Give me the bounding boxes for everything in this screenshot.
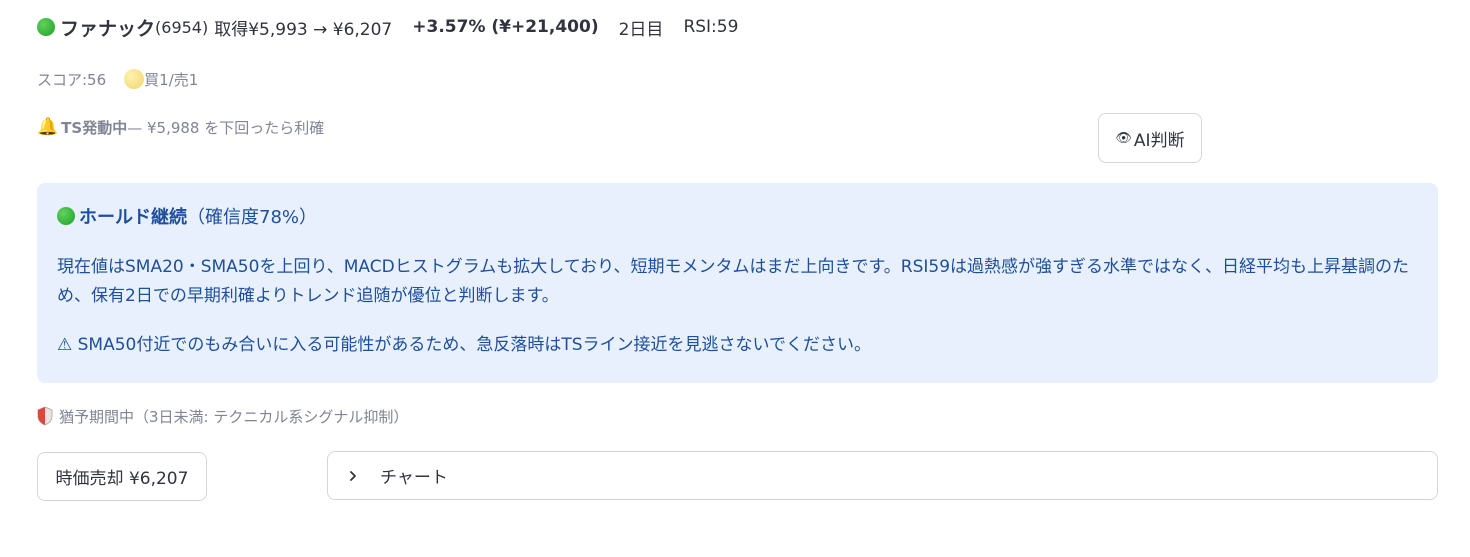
signal-count: 買1/売1 [144, 70, 199, 89]
stock-name: ファナック [60, 17, 156, 40]
ai-verdict: ホールド継続 [79, 207, 187, 228]
chevron-right-icon [350, 470, 356, 481]
grace-period-notice: 猶予期間中（3日未満: テクニカル系シグナル抑制） [37, 403, 408, 429]
rsi-value: RSI:59 [683, 17, 739, 37]
signal-summary: 買1/売1 [124, 69, 198, 90]
ai-result-body: 現在値はSMA20・SMA50を上回り、MACDヒストグラムも拡大しており、短期… [57, 257, 1410, 306]
ai-judgement-button[interactable]: 👁 AI判断 [1098, 113, 1202, 163]
holding-days: 2日目 [618, 19, 664, 40]
grace-text: 猶予期間中（3日未満: テクニカル系シグナル抑制） [59, 407, 409, 426]
yellow-circle-icon [124, 69, 145, 89]
green-status-icon [37, 18, 55, 36]
ai-result-warning: ⚠ SMA50付近でのもみ合いに入る可能性があるため、急反落時はTSライン接近を… [57, 335, 872, 355]
chart-expander-label: チャート [380, 468, 448, 488]
ts-detail: — ¥5,988 を下回ったら利確 [127, 118, 325, 137]
score-label: スコア:56 [37, 70, 107, 89]
sell-button-label: 時価売却 ¥6,207 [55, 469, 189, 489]
ai-result-title: ホールド継続 （確信度78%） [57, 201, 1418, 231]
position-card: ファナック (6954) 取得¥5,993 → ¥6,207 +3.57% (¥… [0, 0, 1470, 557]
bell-icon: 🔔 [37, 117, 59, 137]
stock-code: (6954) [155, 17, 209, 37]
ai-confidence: （確信度78%） [187, 207, 318, 228]
shield-icon [37, 406, 53, 426]
market-sell-button[interactable]: 時価売却 ¥6,207 [37, 452, 207, 501]
profit-loss: +3.57% (¥+21,400) [412, 17, 599, 37]
chart-expander[interactable]: チャート [327, 451, 1438, 500]
ai-button-label: AI判断 [1133, 130, 1185, 151]
eye-icon: 👁 [1115, 130, 1132, 146]
green-status-icon [57, 207, 75, 225]
price-change: 取得¥5,993 → ¥6,207 [214, 19, 393, 40]
trailing-stop-status: 🔔 TS発動中 — ¥5,988 を下回ったら利確 [37, 114, 324, 140]
score-line: スコア:56 買1/売1 [37, 66, 198, 92]
ai-result-box: ホールド継続 （確信度78%） 現在値はSMA20・SMA50を上回り、MACD… [37, 183, 1438, 383]
position-header: ファナック (6954) 取得¥5,993 → ¥6,207 +3.57% (¥… [37, 12, 738, 42]
ts-title: TS発動中 [61, 118, 128, 137]
